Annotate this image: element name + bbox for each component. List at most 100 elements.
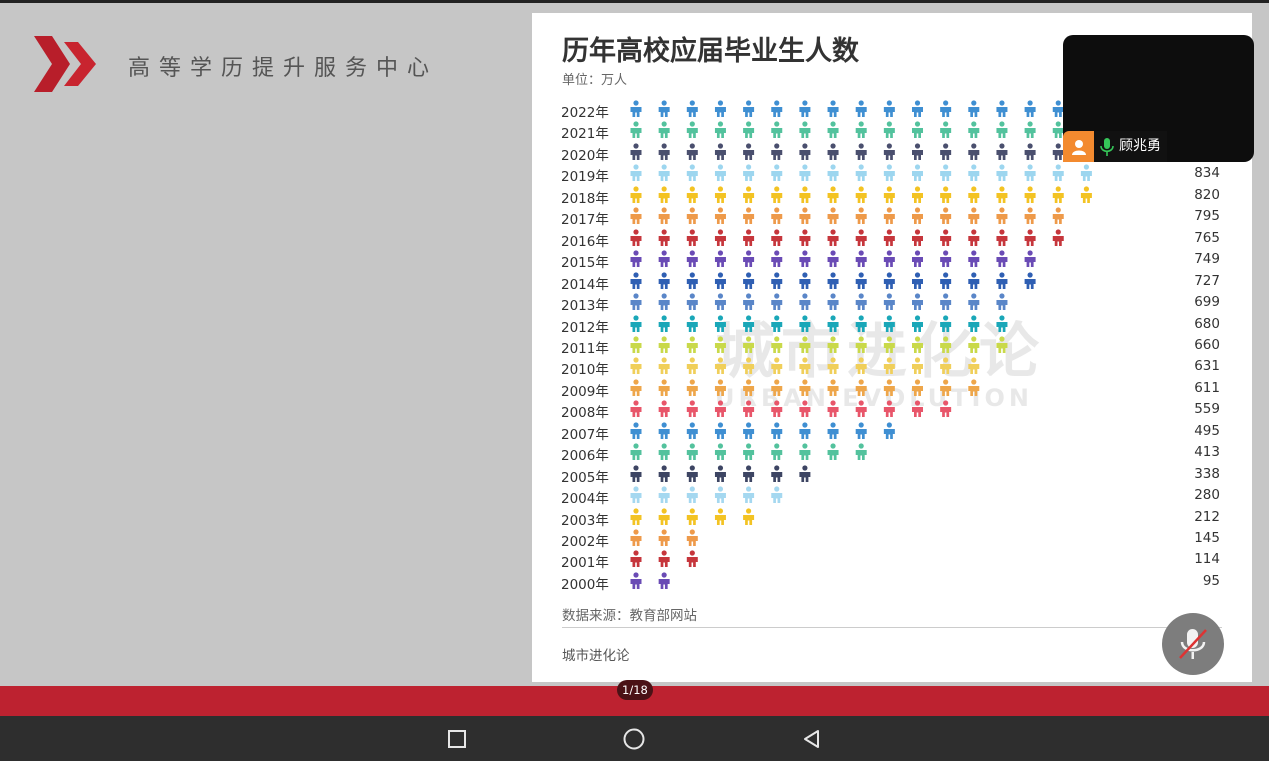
person-mark (912, 379, 923, 396)
person-mark (827, 357, 839, 375)
person-mark (827, 400, 839, 418)
person-mark (855, 121, 867, 139)
person-mark (686, 143, 698, 160)
person-mark (912, 186, 923, 203)
year-label: 2012年 (561, 319, 609, 336)
person-mark (799, 357, 811, 375)
person-mark (883, 314, 895, 332)
person-mark (827, 271, 839, 289)
person-mark (686, 314, 698, 332)
person-mark (658, 379, 670, 396)
person-mark (771, 293, 783, 311)
person-mark (714, 336, 726, 353)
person-mark (883, 100, 895, 117)
triangle-back-icon (804, 729, 819, 748)
person-mark (686, 422, 698, 439)
person-mark (686, 121, 698, 139)
chart-row: 2018年 820 (532, 185, 1252, 207)
year-label: 2003年 (561, 512, 609, 529)
person-mark (855, 422, 867, 439)
person-mark (968, 250, 980, 268)
icon-row (628, 379, 982, 397)
slide-footer: 城市进化论 (562, 648, 630, 664)
person-mark (658, 486, 670, 504)
value-label: 559 (1194, 401, 1220, 418)
value-label: 413 (1194, 444, 1220, 461)
year-label: 2015年 (561, 255, 609, 272)
person-mark (658, 465, 670, 482)
person-mark (630, 229, 642, 246)
person-mark (996, 250, 1008, 268)
person-mark (714, 293, 726, 311)
value-label: 749 (1194, 251, 1220, 268)
person-mark (658, 121, 670, 139)
person-mark (686, 250, 698, 268)
person-mark (883, 121, 895, 139)
person-mark (743, 293, 755, 311)
person-mark (771, 250, 783, 268)
home-button[interactable] (612, 716, 656, 761)
person-mark (630, 314, 642, 332)
person-mark (630, 336, 642, 353)
recent-apps-button[interactable] (435, 716, 479, 761)
icon-row (628, 250, 1038, 268)
person-mark (743, 465, 755, 482)
person-mark (686, 400, 698, 418)
person-mark (630, 207, 642, 225)
person-mark (743, 486, 755, 504)
value-label: 765 (1194, 229, 1220, 246)
person-mark (771, 486, 783, 504)
year-label: 2022年 (561, 105, 609, 121)
chart-row: 2016年 765 (532, 228, 1252, 250)
person-mark (912, 271, 923, 289)
person-mark (714, 100, 726, 117)
person-mark (996, 186, 1008, 203)
page-indicator: 1/18 (617, 680, 653, 700)
person-mark (855, 336, 867, 353)
person-mark (968, 164, 980, 182)
person-mark (1052, 186, 1064, 203)
person-mark (743, 379, 755, 396)
person-mark (883, 357, 895, 375)
person-mark (1052, 164, 1064, 182)
person-mark (968, 207, 980, 225)
person-mark (1024, 100, 1036, 117)
person-mark (743, 400, 755, 418)
person-mark (630, 400, 642, 418)
person-mark (630, 250, 642, 268)
person-mark (771, 121, 783, 139)
year-label: 2019年 (561, 169, 609, 186)
person-mark (743, 314, 755, 332)
person-mark (658, 143, 670, 160)
value-label: 280 (1194, 487, 1220, 504)
person-mark (912, 229, 923, 246)
person-mark (827, 293, 839, 311)
person-mark (1024, 207, 1036, 225)
person-mark (686, 100, 698, 117)
person-mark (940, 250, 952, 268)
icon-row (628, 164, 1094, 182)
person-mark (799, 186, 811, 203)
person-mark (912, 121, 923, 139)
year-label: 2016年 (561, 233, 609, 250)
mute-button[interactable] (1162, 613, 1224, 675)
back-button[interactable] (790, 716, 834, 761)
person-mark (743, 507, 755, 525)
person-mark (1024, 229, 1036, 246)
person-mark (630, 550, 642, 568)
person-mark (912, 164, 923, 182)
person-mark (1024, 250, 1036, 268)
person-mark (940, 164, 952, 182)
data-source: 数据来源：教育部网站 (562, 608, 697, 624)
person-mark (771, 143, 783, 160)
person-mark (686, 207, 698, 225)
person-mark (940, 314, 952, 332)
person-mark (630, 271, 642, 289)
video-participant-bar: 顾兆勇 (1063, 131, 1175, 162)
person-mark (714, 207, 726, 225)
person-mark (771, 357, 783, 375)
top-edge (0, 0, 1269, 3)
person-mark (771, 229, 783, 246)
value-label: 699 (1194, 294, 1220, 311)
person-mark (658, 229, 670, 246)
